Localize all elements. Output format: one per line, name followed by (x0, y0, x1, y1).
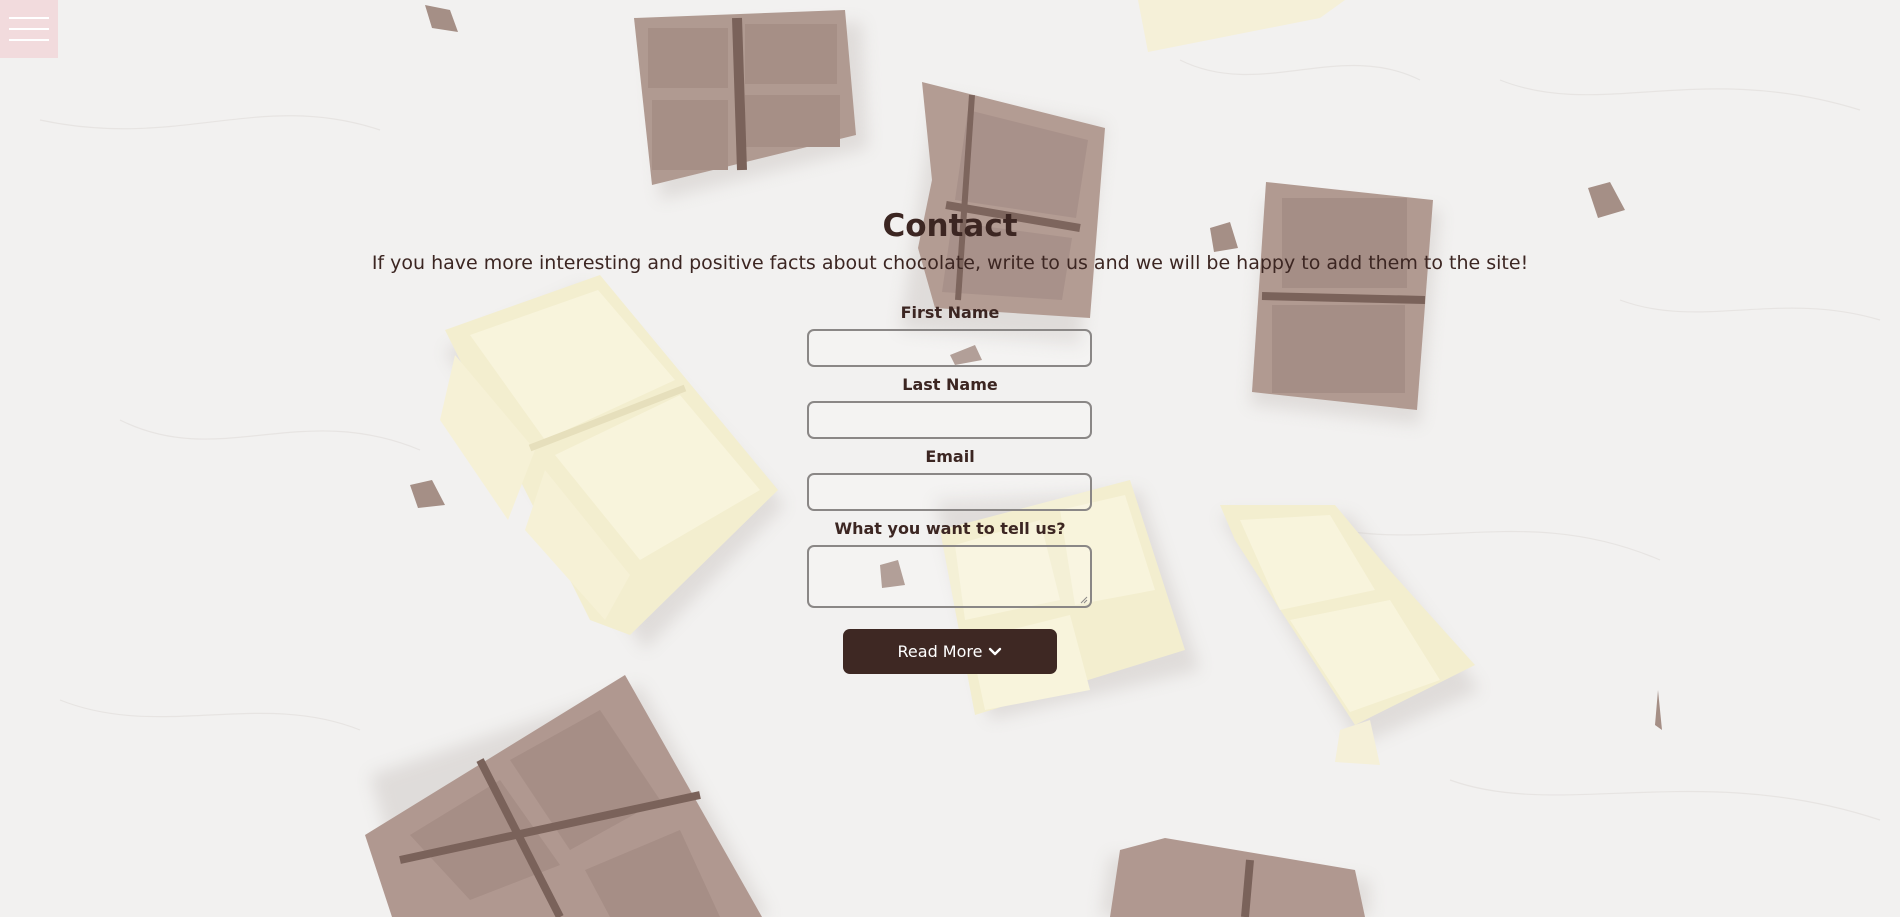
message-textarea[interactable] (807, 545, 1092, 608)
page-subtitle: If you have more interesting and positiv… (371, 252, 1529, 274)
read-more-button[interactable]: Read More (843, 629, 1057, 674)
chevron-down-icon (989, 647, 1002, 655)
page-title: Contact (882, 208, 1018, 244)
last-name-field[interactable] (807, 401, 1092, 439)
email-field[interactable] (807, 473, 1092, 511)
read-more-label: Read More (897, 642, 983, 661)
hamburger-menu-icon-bar (9, 28, 49, 30)
email-label: Email (925, 447, 975, 466)
last-name-label: Last Name (902, 375, 998, 394)
first-name-label: First Name (900, 303, 1000, 322)
resize-grip-icon[interactable] (1080, 596, 1088, 604)
first-name-field[interactable] (807, 329, 1092, 367)
message-label: What you want to tell us? (834, 519, 1066, 538)
menu-button[interactable] (0, 0, 58, 58)
hamburger-menu-icon (9, 17, 49, 19)
hamburger-menu-icon-bar (9, 39, 49, 41)
